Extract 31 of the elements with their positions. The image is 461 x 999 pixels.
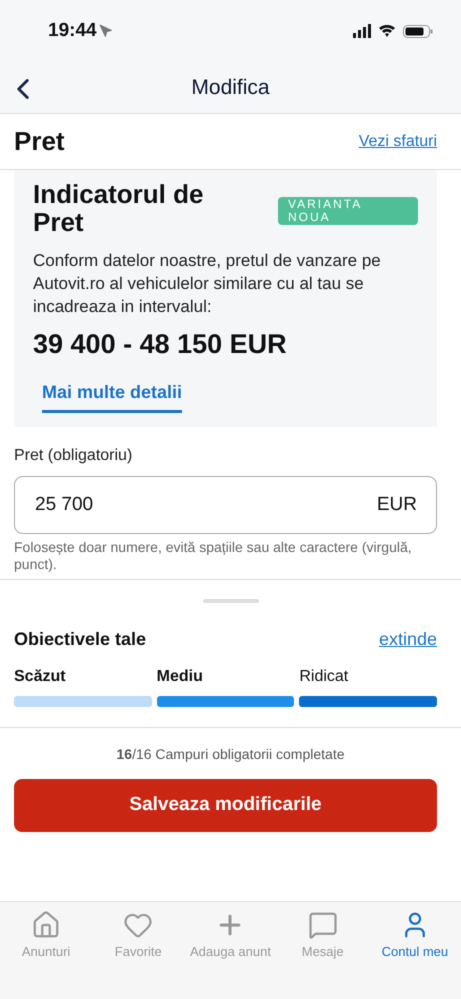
save-button[interactable]: Salveaza modificarile	[14, 778, 437, 832]
tab-bar-item[interactable]: Adauga anunt	[184, 910, 277, 968]
objectives-title: Obiectivele tale	[14, 628, 146, 650]
level-label: Ridicat	[299, 668, 350, 686]
price-range: 39 400 - 48 150 EUR	[33, 328, 288, 360]
status-time: 19:44	[48, 20, 97, 42]
level-label: Scăzut	[14, 668, 67, 686]
home-icon	[31, 910, 62, 940]
completion-text: 16/16 Campuri obligatorii completate	[115, 744, 346, 764]
tips-link[interactable]: Vezi sfaturi	[358, 132, 437, 150]
level-label: Mediu	[156, 668, 204, 686]
location-icon	[98, 24, 113, 38]
battery-icon	[403, 24, 433, 38]
field-label: Pret (obligatoriu)	[14, 446, 134, 465]
tab-bar-item[interactable]: Mesaje	[276, 910, 369, 968]
field-hint: Folosește doar numere, evită spațiile sau alte caractere (virgulă, punct).	[14, 538, 413, 573]
tab-bar-item[interactable]: Contul meu	[368, 910, 461, 968]
details-tab[interactable]: Mai multe detalii	[42, 382, 182, 413]
tab-bar-item[interactable]: Favorite	[92, 910, 184, 968]
currency-unit: EUR	[376, 494, 417, 516]
new-badge: VARIANTA NOUA	[278, 197, 418, 226]
wifi-icon	[379, 25, 395, 37]
screen-title: Modifica	[191, 76, 270, 100]
section-title: Pret	[14, 126, 65, 157]
expand-link[interactable]: extinde	[378, 628, 437, 650]
card-description: Conform datelor noastre, pretul de vanzare pe Autovit.ro al vehiculelor similare cu al tau se incadreaza in intervalul:	[33, 250, 382, 318]
card-title: Indicatorul de Pret	[33, 180, 204, 236]
chat-icon	[308, 910, 338, 940]
signal-icon	[353, 24, 371, 38]
tab-bar-item[interactable]: Anunturi	[0, 910, 92, 968]
drag-handle[interactable]	[202, 598, 258, 603]
